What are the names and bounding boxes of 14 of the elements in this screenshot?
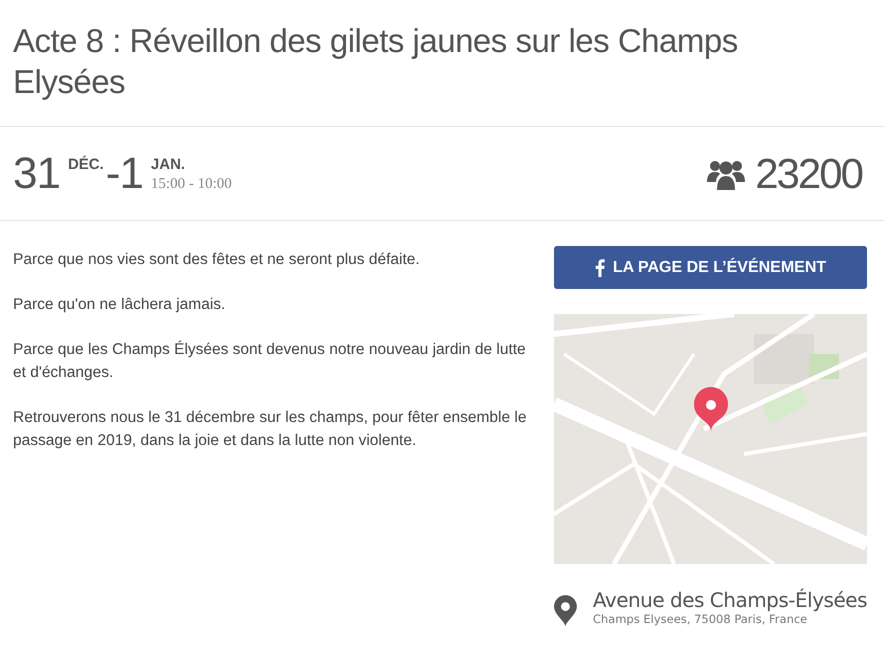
description-paragraph: Parce que les Champs Élysées sont devenus notre nouveau jardin de lutte et d'échanges.	[13, 340, 527, 383]
start-month: DÉC.	[68, 154, 104, 174]
description-paragraph: Parce qu'on ne lâchera jamais.	[13, 295, 226, 315]
event-page-button[interactable]: LA PAGE DE L’ÉVÉNEMENT	[554, 246, 867, 289]
end-month: JAN.	[150, 156, 186, 174]
location-address: Champs Elysees, 75008 Paris, France	[592, 612, 808, 626]
attendee-count: 23200	[755, 152, 862, 196]
start-day: 31	[13, 152, 60, 196]
event-title: Acte 8 : Réveillon des gilets jaunes sur les Champs Elysées	[13, 21, 739, 102]
description-paragraph: Parce que nos vies sont des fêtes et ne seront plus défaite.	[13, 250, 421, 270]
description-paragraph: Retrouverons nous le 31 décembre sur les champs, pour fêter ensemble le passage en 2019, dans la joie et dans la lutte non violente.	[13, 408, 528, 451]
time-range: 15:00 - 10:00	[150, 174, 232, 194]
end-day: -1	[106, 152, 143, 196]
location-name: Avenue des Champs-Élysées	[592, 588, 867, 612]
